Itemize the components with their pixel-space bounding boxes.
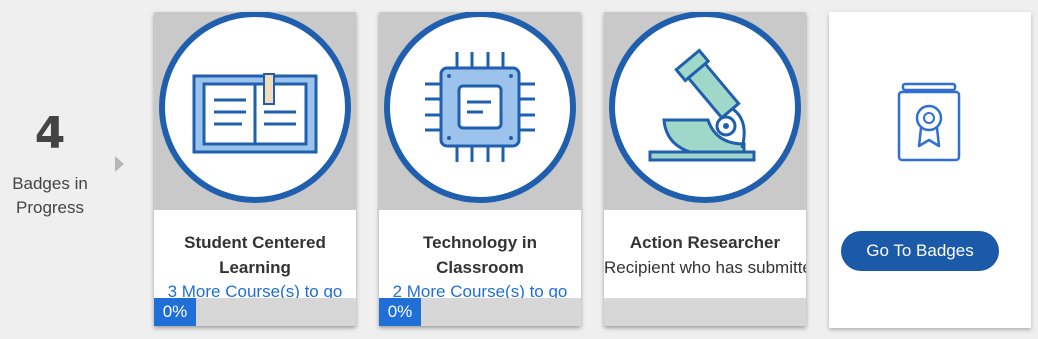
caret-right-icon xyxy=(115,156,124,172)
go-to-badges-button[interactable]: Go To Badges xyxy=(841,231,999,271)
badge-art xyxy=(379,12,581,210)
badge-card-technology-in-classroom[interactable]: Technology in Classroom 2 More Course(s)… xyxy=(379,12,581,326)
badge-title: Action Researcher xyxy=(629,233,781,252)
badges-summary: 4 Badges in Progress xyxy=(0,110,100,220)
microchip-icon xyxy=(384,12,576,203)
certificate-badge-icon xyxy=(897,82,961,162)
badge-art xyxy=(604,12,806,210)
microscope-icon xyxy=(609,12,801,203)
badge-card-student-centered-learning[interactable]: Student Centered Learning 3 More Course(… xyxy=(154,12,356,326)
badge-progress-bar: 0% xyxy=(379,298,581,326)
badge-progress-label: 0% xyxy=(379,298,421,326)
badge-progress-bar: 0% xyxy=(154,298,356,326)
badge-progress-bar xyxy=(604,298,806,326)
go-to-badges-card: Go To Badges xyxy=(829,12,1031,328)
badges-count-label: Badges in Progress xyxy=(12,174,88,217)
badge-title: Student Centered Learning xyxy=(184,233,326,277)
badge-courses-link[interactable]: 3 More Course(s) to go xyxy=(154,280,356,300)
badge-art xyxy=(154,12,356,210)
open-book-icon xyxy=(159,12,351,203)
badge-progress-label: 0% xyxy=(154,298,196,326)
badge-description: Recipient who has submitted xyxy=(604,258,806,277)
badges-count: 4 xyxy=(34,108,66,159)
badge-card-action-researcher[interactable]: Action Researcher Recipient who has subm… xyxy=(604,12,806,326)
badge-courses-link[interactable]: 2 More Course(s) to go xyxy=(379,280,581,300)
badge-title: Technology in Classroom xyxy=(423,233,537,277)
